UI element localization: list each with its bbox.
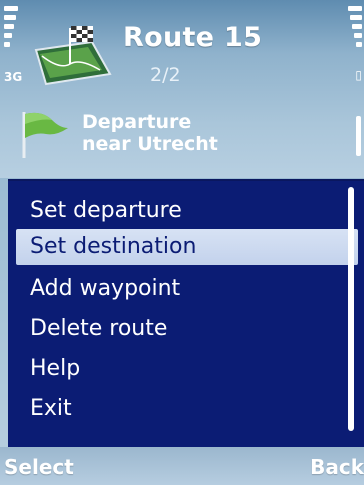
network-type-label: 3G	[4, 70, 23, 84]
battery-icon: ▯	[355, 68, 362, 82]
back-softkey[interactable]: Back	[310, 455, 364, 479]
menu-item-delete-route[interactable]: Delete route	[30, 311, 167, 347]
header-scrollbar[interactable]	[356, 116, 361, 156]
route-header: 3G ▯ Route 15 2/2 Departure near Utrecht	[0, 0, 364, 178]
menu-item-help[interactable]: Help	[30, 351, 80, 387]
departure-label: Departure	[82, 111, 192, 133]
menu-item-exit[interactable]: Exit	[30, 391, 72, 427]
menu-item-set-destination[interactable]: Set destination	[16, 229, 358, 265]
menu-item-add-waypoint[interactable]: Add waypoint	[30, 271, 180, 307]
phone-screen: 3G ▯ Route 15 2/2 Departure near Utrecht…	[0, 0, 364, 485]
battery-level-icon	[348, 6, 362, 70]
signal-strength-icon	[4, 6, 18, 70]
options-menu: Set departure Set destination Add waypoi…	[8, 179, 364, 449]
select-softkey[interactable]: Select	[4, 455, 74, 479]
route-counter: 2/2	[150, 64, 181, 86]
menu-scrollbar[interactable]	[348, 187, 354, 431]
departure-location: near Utrecht	[82, 133, 218, 155]
route-title: Route 15	[123, 22, 263, 53]
navigation-app-icon	[34, 26, 112, 86]
softkey-bar: Select Back	[0, 447, 364, 485]
green-flag-icon	[22, 112, 68, 158]
menu-item-set-departure[interactable]: Set departure	[30, 193, 182, 229]
